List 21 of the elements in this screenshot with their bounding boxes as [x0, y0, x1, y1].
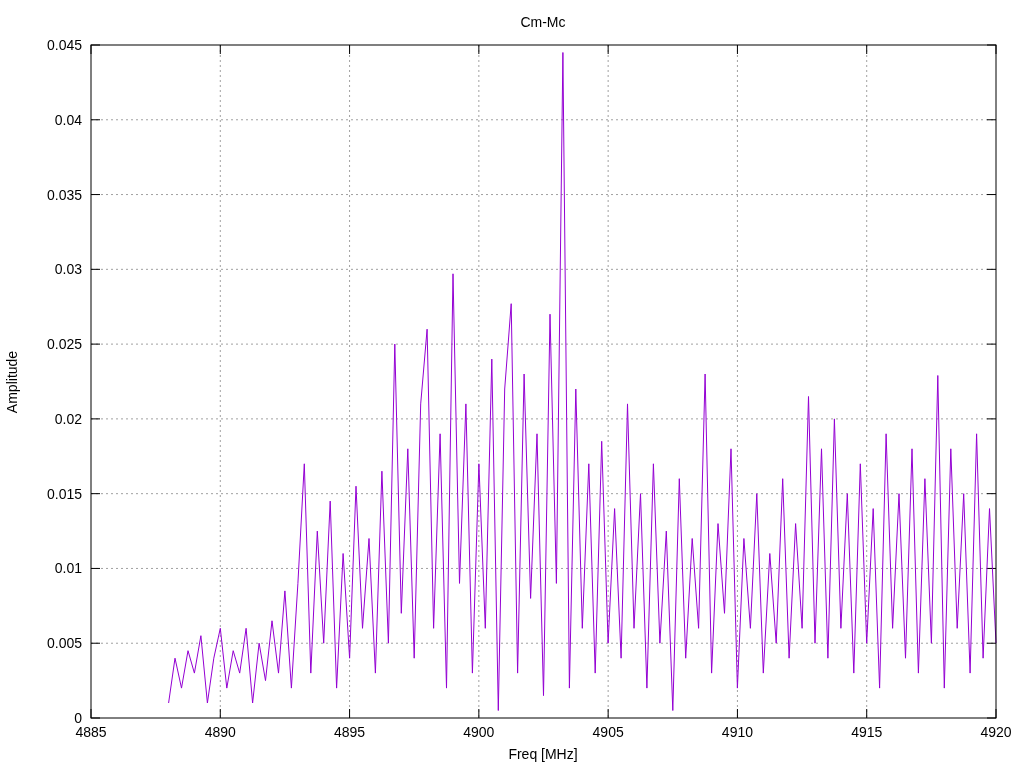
y-tick-label: 0.035 — [46, 186, 82, 203]
x-tick-label: 4890 — [204, 724, 236, 740]
x-tick-label: 4895 — [334, 724, 366, 740]
y-tick-label: 0.03 — [54, 261, 82, 278]
x-tick-label: 4910 — [721, 724, 753, 740]
x-tick-label: 4900 — [463, 724, 495, 740]
y-tick-label: 0.045 — [46, 37, 82, 53]
y-tick-label: 0.005 — [46, 635, 82, 652]
x-axis-label: Freq [MHz] — [508, 746, 578, 762]
x-tick-label: 4920 — [980, 724, 1012, 740]
y-tick-label: 0.02 — [54, 410, 82, 427]
x-tick-label: 4905 — [592, 724, 624, 740]
y-tick-label: 0 — [74, 710, 82, 726]
x-tick-label: 4915 — [851, 724, 883, 740]
y-tick-label: 0.04 — [54, 111, 82, 128]
y-tick-label: 0.025 — [46, 336, 82, 353]
y-tick-label: 0.015 — [46, 485, 82, 502]
y-axis-label: Amplitude — [4, 350, 20, 414]
chart-title: Cm-Mc — [520, 14, 566, 30]
y-tick-label: 0.01 — [54, 560, 82, 577]
x-tick-label: 4885 — [75, 724, 107, 740]
